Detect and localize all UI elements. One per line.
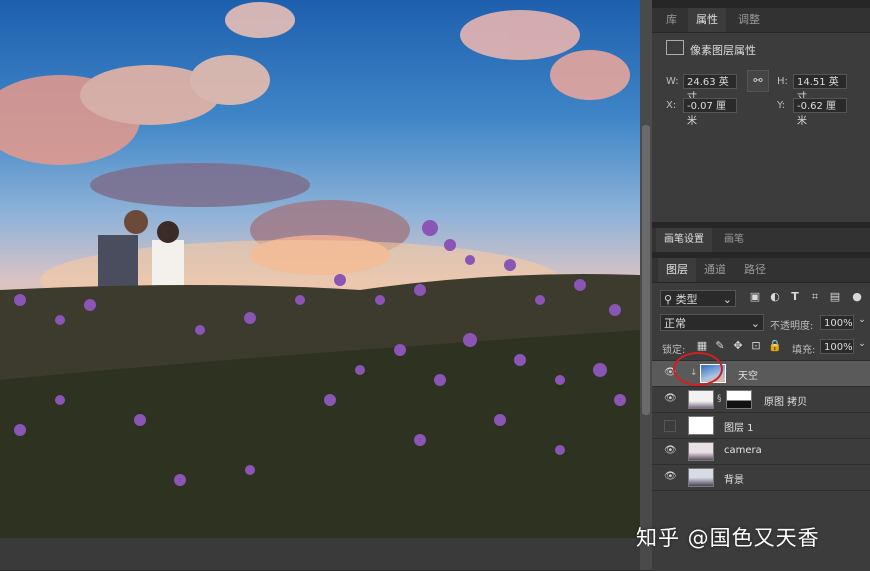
photo-illustration: [0, 2, 640, 538]
height-label: H:: [777, 76, 788, 87]
layer-name[interactable]: camera: [724, 445, 762, 456]
canvas-status-bar: [0, 538, 640, 570]
filter-type-label: 类型: [675, 293, 698, 306]
tab-brush-settings[interactable]: 画笔设置: [656, 228, 712, 252]
fill-label: 填充:: [792, 345, 816, 356]
opacity-field[interactable]: 100%: [820, 315, 854, 330]
tab-layers[interactable]: 图层: [658, 258, 696, 282]
lock-artboard-icon[interactable]: ⊡: [750, 339, 762, 352]
link-icon[interactable]: ⚯: [747, 70, 769, 92]
fill-field[interactable]: 100%: [820, 339, 854, 354]
blend-mode-select[interactable]: 正常 ⌄: [660, 314, 764, 331]
document-canvas[interactable]: [0, 0, 640, 538]
highlight-circle: [673, 352, 723, 386]
eye-icon[interactable]: 👁: [664, 394, 677, 404]
width-label: W:: [666, 76, 679, 87]
layer-thumbnail[interactable]: [688, 416, 714, 435]
panel-top-border: [652, 0, 870, 8]
lock-transparent-icon[interactable]: ▦: [696, 339, 708, 352]
chevron-down-icon: ⌄: [750, 317, 760, 330]
image-icon: [666, 40, 684, 55]
shape-filter-icon[interactable]: ⌗: [808, 290, 822, 304]
tab-adjustments[interactable]: 调整: [730, 8, 768, 32]
search-icon: ⚲: [664, 293, 676, 306]
properties-title: 像素图层属性: [690, 44, 756, 57]
tab-channels[interactable]: 通道: [696, 258, 734, 282]
layer-mask-thumbnail[interactable]: [726, 390, 752, 409]
eye-icon[interactable]: 👁: [664, 472, 677, 482]
right-panel: 库 属性 调整 像素图层属性 W: 24.63 英寸 ⚯ H: 14.51 英寸…: [652, 0, 870, 571]
layers-tab-row: 图层 通道 路径: [652, 258, 870, 283]
opacity-label: 不透明度:: [770, 321, 814, 332]
layer-name[interactable]: 天空: [738, 367, 758, 382]
layer-thumbnail[interactable]: [688, 468, 714, 487]
height-field[interactable]: 14.51 英寸: [793, 74, 847, 103]
layer-row-layer-1[interactable]: 图层 1: [652, 412, 870, 438]
chevron-down-icon[interactable]: ⌄: [856, 339, 868, 349]
lock-move-icon[interactable]: ✥: [732, 339, 744, 352]
blend-mode-value: 正常: [664, 317, 686, 330]
visibility-off-box[interactable]: [664, 420, 676, 432]
scrollbar-thumb[interactable]: [642, 125, 650, 415]
eye-icon[interactable]: 👁: [664, 446, 677, 456]
layer-name[interactable]: 原图 拷贝: [764, 393, 807, 408]
tab-properties[interactable]: 属性: [688, 8, 726, 32]
tab-library[interactable]: 库: [658, 8, 685, 32]
brush-tab-row: 画笔设置 画笔: [652, 228, 870, 253]
layer-row-camera[interactable]: 👁 camera: [652, 438, 870, 464]
width-field[interactable]: 24.63 英寸: [683, 74, 737, 103]
filter-toggle-icon[interactable]: ●: [850, 290, 864, 303]
layer-name[interactable]: 图层 1: [724, 419, 754, 434]
adjustment-filter-icon[interactable]: ◐: [768, 290, 782, 303]
y-label: Y:: [777, 100, 786, 111]
watermark-text: 知乎 @国色又天香: [636, 526, 820, 550]
x-label: X:: [666, 100, 677, 111]
smart-object-filter-icon[interactable]: ▤: [828, 290, 842, 303]
layer-row-background[interactable]: 👁 背景: [652, 464, 870, 490]
layer-name[interactable]: 背景: [724, 471, 744, 486]
tab-brush[interactable]: 画笔: [716, 228, 752, 252]
x-field[interactable]: -0.07 厘米: [683, 98, 737, 127]
type-filter-icon[interactable]: T: [788, 290, 802, 303]
chevron-down-icon[interactable]: ⌄: [856, 315, 868, 325]
chevron-down-icon: ⌄: [722, 293, 732, 306]
tab-paths[interactable]: 路径: [736, 258, 774, 282]
properties-tab-row: 库 属性 调整: [652, 8, 870, 33]
chain-icon[interactable]: §: [717, 394, 722, 404]
lock-label: 锁定:: [662, 345, 686, 356]
lock-brush-icon[interactable]: ✎: [714, 339, 726, 352]
layer-row-original-copy[interactable]: 👁 § 原图 拷贝: [652, 386, 870, 412]
layer-thumbnail[interactable]: [688, 390, 714, 409]
lock-all-icon[interactable]: 🔒: [768, 339, 782, 352]
y-field[interactable]: -0.62 厘米: [793, 98, 847, 127]
pixel-filter-icon[interactable]: ▣: [748, 290, 762, 303]
layer-thumbnail[interactable]: [688, 442, 714, 461]
layer-filter-dropdown[interactable]: ⚲ 类型 ⌄: [660, 290, 736, 307]
